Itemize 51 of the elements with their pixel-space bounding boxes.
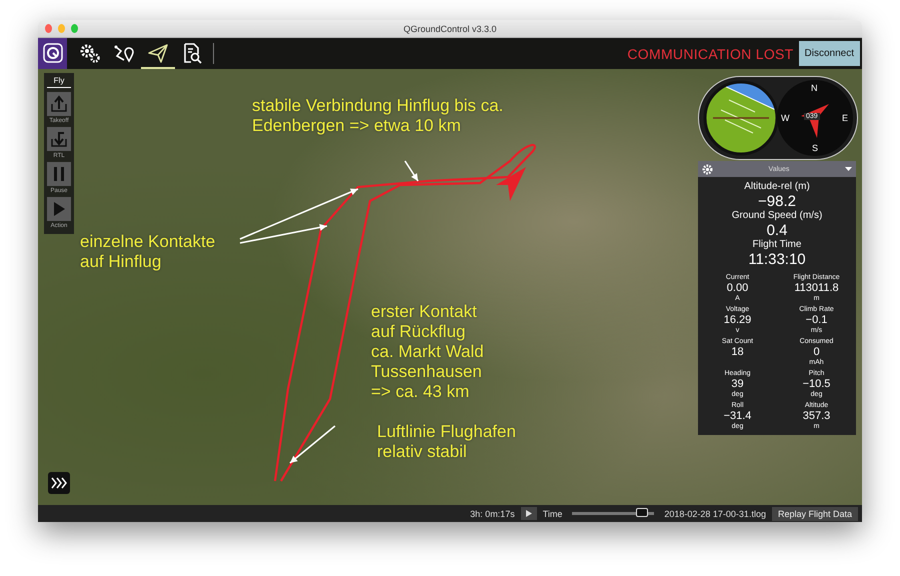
pointer-arrow <box>290 425 336 464</box>
elapsed-time: 3h: 0m:17s <box>470 508 515 518</box>
value-reading: −98.2 <box>758 193 796 210</box>
compass-label: W <box>781 113 790 123</box>
expand-button[interactable] <box>48 472 70 494</box>
pause-icon <box>52 166 66 182</box>
compass-label: E <box>842 113 848 123</box>
disconnect-button[interactable]: Disconnect <box>798 41 860 66</box>
play-icon <box>526 510 532 517</box>
return-icon <box>50 130 68 148</box>
logo-icon <box>42 42 62 62</box>
settings-icon <box>79 42 101 64</box>
value-reading: 11:33:10 <box>748 251 806 268</box>
value-reading: 357.3 <box>802 410 830 422</box>
value-label: Altitude-rel (m) <box>744 181 810 193</box>
paper-plane-icon <box>147 42 169 64</box>
value-reading: −31.4 <box>724 410 752 422</box>
value-reading: −0.1 <box>806 314 828 326</box>
value-reading: 0.00 <box>726 282 748 294</box>
annotation-text: erster Kontakt auf Rückflug ca. Markt Wald Tussenhausen => ca. 43 km <box>371 302 484 402</box>
value-reading: −10.5 <box>802 378 830 390</box>
value-label: Ground Speed (m/s) <box>732 210 822 222</box>
annotation-text: stabile Verbindung Hinflug bis ca. Edenbergen => etwa 10 km <box>252 96 504 136</box>
panel-title: Fly <box>47 73 71 88</box>
document-search-icon <box>181 42 203 64</box>
compass-label: S <box>812 143 818 153</box>
replay-button[interactable]: Replay Flight Data <box>772 506 858 520</box>
chevrons-icon <box>51 477 67 489</box>
value-reading: 0.4 <box>766 222 788 239</box>
value-reading: 18 <box>731 346 744 358</box>
play-button[interactable] <box>520 507 537 520</box>
connection-status: COMMUNICATION LOST <box>627 46 794 62</box>
annotation-text: Luftlinie Flughafen relativ stabil <box>377 422 516 462</box>
value-reading: 16.29 <box>724 314 752 326</box>
toolbar-button[interactable] <box>38 38 67 69</box>
vehicle-arrow-icon <box>496 167 526 201</box>
settings-icon[interactable] <box>702 164 713 174</box>
takeoff-icon <box>50 95 68 113</box>
window-title: QGroundControl v3.3.0 <box>402 24 498 34</box>
log-file-name: 2018-02-28 17-00-31.tlog <box>664 508 766 518</box>
annotation-text: einzelne Kontakte auf Hinflug <box>80 232 216 272</box>
value-reading: 113011.8 <box>794 282 839 294</box>
value-reading: 0 <box>813 346 820 358</box>
value-label: Flight Time <box>752 239 802 251</box>
value-reading: 39 <box>731 378 744 390</box>
slider-thumb[interactable] <box>636 508 648 517</box>
time-label: Time <box>542 508 562 518</box>
play-icon <box>52 201 66 217</box>
compass-label: N <box>811 83 818 93</box>
pointer-arrow <box>404 160 419 182</box>
dropdown-caret-icon[interactable] <box>844 167 852 171</box>
